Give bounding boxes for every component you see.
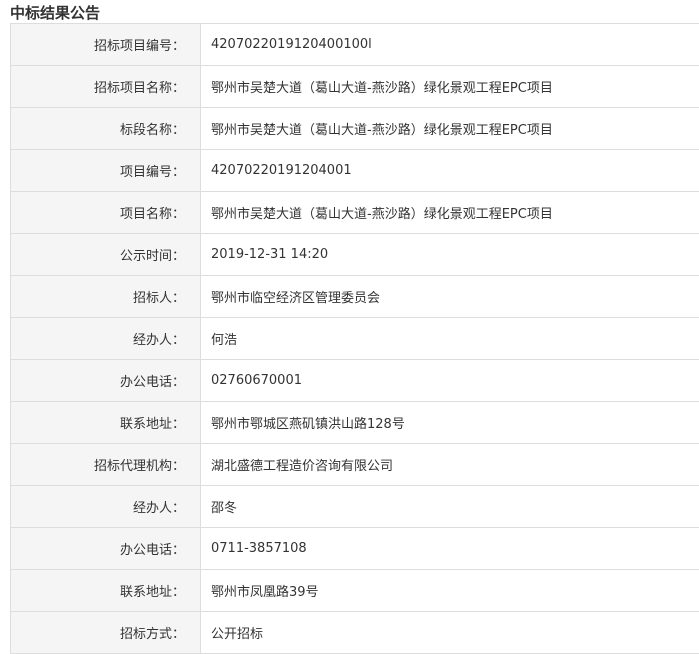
row-value: 鄂州市吴楚大道（葛山大道-燕沙路）绿化景观工程EPC项目 — [201, 66, 699, 108]
row-label: 办公电话： — [11, 528, 201, 570]
table-row: 招标人：鄂州市临空经济区管理委员会 — [11, 276, 699, 318]
row-value: 42070220191204001 — [201, 150, 699, 192]
table-row: 公示时间：2019-12-31 14:20 — [11, 234, 699, 276]
table-row: 联系地址：鄂州市鄂城区燕矶镇洪山路128号 — [11, 402, 699, 444]
row-label: 招标代理机构： — [11, 444, 201, 486]
info-table-container: 招标项目编号：4207022019120400100l招标项目名称：鄂州市吴楚大… — [10, 23, 699, 654]
row-label: 招标项目编号： — [11, 24, 201, 66]
table-row: 招标方式：公开招标 — [11, 612, 699, 654]
table-row: 经办人：何浩 — [11, 318, 699, 360]
row-label: 招标方式： — [11, 612, 201, 654]
row-value: 4207022019120400100l — [201, 24, 699, 66]
row-value: 0711-3857108 — [201, 528, 699, 570]
table-row: 项目名称：鄂州市吴楚大道（葛山大道-燕沙路）绿化景观工程EPC项目 — [11, 192, 699, 234]
row-label: 经办人： — [11, 486, 201, 528]
info-table: 招标项目编号：4207022019120400100l招标项目名称：鄂州市吴楚大… — [10, 23, 699, 654]
table-row: 项目编号：42070220191204001 — [11, 150, 699, 192]
row-label: 招标项目名称： — [11, 66, 201, 108]
row-value: 鄂州市临空经济区管理委员会 — [201, 276, 699, 318]
table-row: 经办人：邵冬 — [11, 486, 699, 528]
table-row: 招标项目名称：鄂州市吴楚大道（葛山大道-燕沙路）绿化景观工程EPC项目 — [11, 66, 699, 108]
page-title: 中标结果公告 — [10, 3, 100, 23]
row-label: 联系地址： — [11, 402, 201, 444]
row-value: 鄂州市吴楚大道（葛山大道-燕沙路）绿化景观工程EPC项目 — [201, 108, 699, 150]
row-label: 办公电话： — [11, 360, 201, 402]
table-row: 办公电话：02760670001 — [11, 360, 699, 402]
row-label: 项目名称： — [11, 192, 201, 234]
row-label: 公示时间： — [11, 234, 201, 276]
row-value: 邵冬 — [201, 486, 699, 528]
table-row: 标段名称：鄂州市吴楚大道（葛山大道-燕沙路）绿化景观工程EPC项目 — [11, 108, 699, 150]
row-label: 项目编号： — [11, 150, 201, 192]
info-table-body: 招标项目编号：4207022019120400100l招标项目名称：鄂州市吴楚大… — [11, 24, 699, 654]
table-row: 招标代理机构：湖北盛德工程造价咨询有限公司 — [11, 444, 699, 486]
row-value: 2019-12-31 14:20 — [201, 234, 699, 276]
row-value: 02760670001 — [201, 360, 699, 402]
row-label: 经办人： — [11, 318, 201, 360]
row-value: 鄂州市凤凰路39号 — [201, 570, 699, 612]
table-row: 办公电话：0711-3857108 — [11, 528, 699, 570]
row-value: 鄂州市鄂城区燕矶镇洪山路128号 — [201, 402, 699, 444]
row-value: 何浩 — [201, 318, 699, 360]
row-value: 公开招标 — [201, 612, 699, 654]
table-row: 联系地址：鄂州市凤凰路39号 — [11, 570, 699, 612]
row-value: 鄂州市吴楚大道（葛山大道-燕沙路）绿化景观工程EPC项目 — [201, 192, 699, 234]
table-row: 招标项目编号：4207022019120400100l — [11, 24, 699, 66]
row-value: 湖北盛德工程造价咨询有限公司 — [201, 444, 699, 486]
row-label: 标段名称： — [11, 108, 201, 150]
row-label: 招标人： — [11, 276, 201, 318]
row-label: 联系地址： — [11, 570, 201, 612]
